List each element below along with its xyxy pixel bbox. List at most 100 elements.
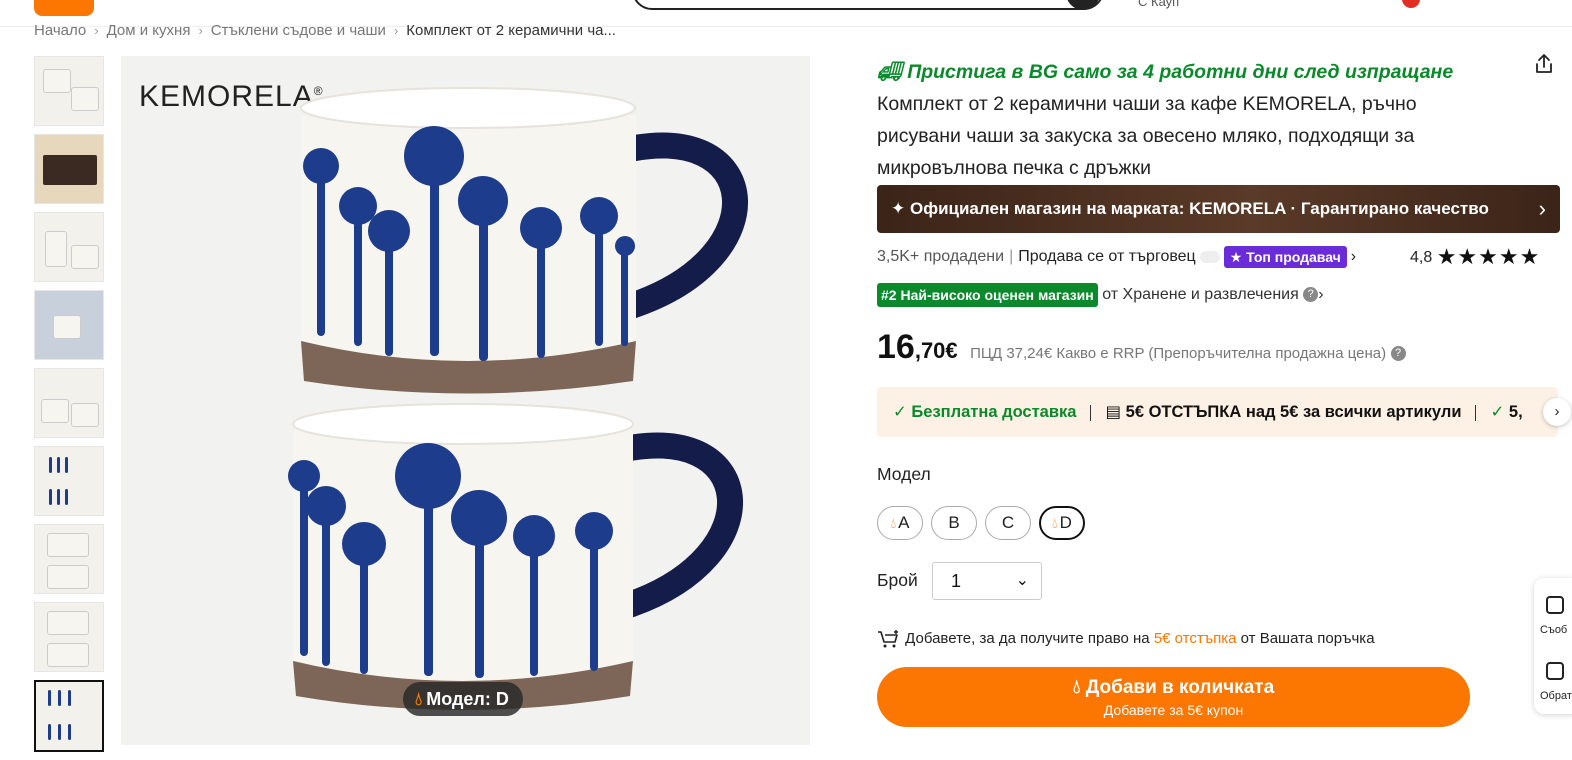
breadcrumb-home[interactable]: Начало [34,22,86,39]
sales-stats: 3,5K+ продадени | Продава се от търговец ★ … [877,244,1356,270]
breadcrumb-subcategory[interactable]: Стъклени съдове и чаши [211,22,386,39]
thumbnail[interactable] [34,602,104,672]
thumbnail-list [34,56,106,760]
message-icon[interactable] [1546,596,1564,614]
product-image[interactable]: KEMORELA® 💧︎ Модел: D [121,56,810,745]
thumbnail-image [58,690,61,706]
thumbnail[interactable] [34,446,104,516]
model-label: Модел [877,464,931,484]
mugs-illustration [288,87,748,710]
check-icon: ✓ [893,403,912,421]
variant-c[interactable]: C [985,506,1031,540]
divider [1090,404,1092,421]
rrp-price: ПЦД 37,24€ Какво е RRP (Препоръчителна п… [970,345,1387,362]
thumbnail[interactable] [34,56,104,126]
cart-badge[interactable] [1402,0,1420,8]
free-delivery-label: Безплатна доставка [911,403,1077,421]
question-icon[interactable]: ? [1303,287,1319,303]
add-to-cart-button[interactable]: 💧︎ Добави в количката Добавете за 5€ куп… [877,667,1470,727]
mug-bottom [288,403,743,710]
thumbnail-image [43,155,97,185]
thumbnail-image [43,69,71,93]
model-badge: 💧︎ Модел: D [403,682,523,716]
chevron-down-icon: ⌄ [1015,572,1029,589]
ticket-icon: ▤ [1105,403,1126,421]
site-logo[interactable] [34,0,94,16]
quantity-select[interactable]: 1 ⌄ [932,562,1042,600]
feedback-icon[interactable] [1546,662,1564,680]
chevron-right-icon: › [198,23,203,38]
official-store-bar[interactable]: ✦ Официален магазин на марката: KEMORELA… [877,185,1560,233]
chevron-right-icon[interactable]: › [1351,248,1356,265]
floating-item-messages[interactable]: Съоб [1540,624,1567,636]
thumbnail[interactable] [34,524,104,594]
search-input[interactable] [632,0,1104,10]
thumbnail-image [68,690,71,706]
add-to-cart-label: Добави в количката [1085,677,1275,698]
thumbnail-image [49,489,52,505]
more-benefits-label: 5, [1508,403,1523,421]
thumbnail[interactable] [34,212,104,282]
drop-icon: 💧︎ [1052,515,1058,531]
thumbnail-image [48,690,51,706]
floating-item-feedback[interactable]: Обрат [1540,690,1572,702]
price: 16,70€ ПЦД 37,24€ Какво е RRP (Препоръчи… [877,328,1406,368]
discount-label: 5€ ОТСТЪПКА над 5€ за всички артикули [1125,403,1462,421]
variant-d[interactable]: 💧︎ D [1039,506,1085,540]
thumbnail-image [71,245,99,269]
delivery-promo: 🚚︎ Пристига в BG само за 4 работни дни с… [877,61,1454,83]
thumbnail-image [41,399,69,423]
thumbnail-image [47,565,89,589]
thumbnail[interactable] [34,134,104,204]
model-options: 💧︎ A B C 💧︎ D [877,506,1093,540]
thumbnail-image [71,87,99,111]
top-seller-badge[interactable]: ★ Топ продавач [1223,245,1347,268]
thumbnail-image [65,457,68,473]
benefits-bar: ✓ Безплатна доставка ▤ 5€ ОТСТЪПКА над 5€… [877,387,1558,437]
thumbnail-image [49,457,52,473]
rating-value: 4,8 [1410,249,1433,266]
breadcrumb-current: Комплект от 2 керамични ча... [406,22,616,39]
thumbnail-image [48,724,51,740]
thumbnail-image [45,231,67,267]
breadcrumb: Начало › Дом и кухня › Стъклени съдове и чаш… [34,22,616,39]
variant-b[interactable]: B [931,506,977,540]
sold-count: 3,5K+ продадени [877,248,1005,265]
benefits-next-button[interactable]: › [1543,398,1571,426]
sold-by-label[interactable]: Продава се от търговец [1018,248,1196,265]
thumbnail-image [68,724,71,740]
variant-a[interactable]: 💧︎ A [877,506,923,540]
coupon-highlight: 5€ отстъпка [1153,630,1237,647]
check-icon: ✓ [1490,403,1509,421]
truck-icon: 🚚︎ [877,61,908,83]
mug-top [300,87,748,394]
question-icon[interactable]: ? [1390,346,1406,362]
model-badge-label: Модел: D [426,689,509,709]
star-icon: ★★★★★ [1436,244,1541,269]
product-info: 🚚︎ Пристига в BG само за 4 работни дни с… [877,56,1562,184]
seller-logo[interactable] [1199,250,1220,263]
thumbnail-selected[interactable] [34,680,104,752]
rank-category: от Хранене и развлечения [1102,286,1299,303]
breadcrumb-category[interactable]: Дом и кухня [107,22,191,39]
thumbnail[interactable] [34,368,104,438]
rating[interactable]: 4,8 ★★★★★ [1410,244,1540,270]
thumbnail-image [65,489,68,505]
search-button[interactable] [1066,0,1100,10]
thumbnail-image [58,724,61,740]
thumbnail-image [47,643,89,667]
delivery-location[interactable]: С Кауп [1138,0,1179,9]
thumbnail-image [53,315,81,339]
thumbnail[interactable] [34,290,104,360]
thumbnail-image [47,533,89,557]
product-title: 🚚︎ Пристига в BG само за 4 работни дни с… [877,56,1477,184]
drop-icon: 💧︎ [890,515,897,531]
star-icon: ★ [1229,248,1247,265]
store-rank[interactable]: #2 Най-високо оценен магазин от Хранене … [877,282,1324,308]
rank-badge: #2 Най-високо оценен магазин [877,282,1098,307]
price-cents: ,70€ [914,338,958,363]
chevron-right-icon: › [393,23,399,38]
chevron-right-icon: › [1318,286,1324,303]
thumbnail-image [57,457,60,473]
thumbnail-image [57,489,60,505]
